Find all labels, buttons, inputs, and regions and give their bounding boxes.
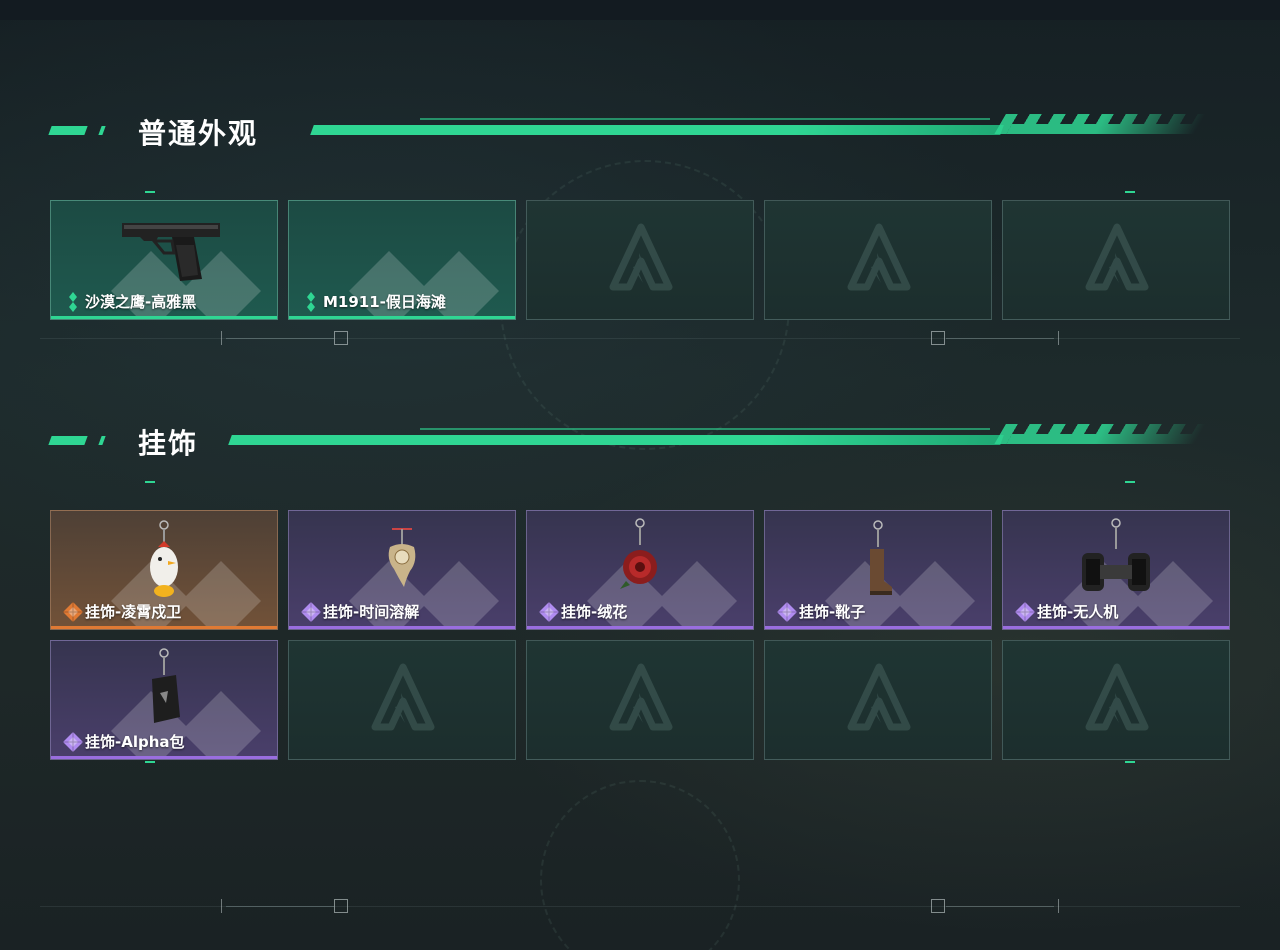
decor-tick xyxy=(1058,331,1059,345)
rarity-bar xyxy=(527,626,753,629)
header-checker xyxy=(994,114,1206,134)
boot-charm-icon xyxy=(808,515,948,605)
decor-dash xyxy=(145,761,155,763)
item-card[interactable]: 挂饰-Alpha包 xyxy=(50,640,278,760)
pistol-deagle-icon xyxy=(94,205,234,295)
decor-square xyxy=(334,899,348,913)
rarity-diamond-icon xyxy=(301,292,321,312)
header-accent-bar xyxy=(48,126,88,135)
section-title: 普通外观 xyxy=(138,117,259,150)
empty-item-slot[interactable] xyxy=(288,640,516,760)
decor-tick xyxy=(221,899,222,913)
melting-clock-charm-icon xyxy=(332,515,472,605)
rarity-bar xyxy=(289,316,515,319)
header-checker xyxy=(994,424,1206,444)
rarity-diamond-icon xyxy=(301,602,321,622)
decor-dash xyxy=(1125,191,1135,193)
top-bar xyxy=(0,0,1280,20)
drone-charm-icon xyxy=(1046,515,1186,605)
decor-line xyxy=(946,906,1054,907)
game-logo-icon xyxy=(609,663,673,733)
item-card[interactable]: 挂饰-时间溶解 xyxy=(288,510,516,630)
game-logo-icon xyxy=(847,223,911,293)
rarity-diamond-icon xyxy=(777,602,797,622)
item-card[interactable]: 沙漠之鹰-高雅黑 xyxy=(50,200,278,320)
decor-line xyxy=(40,906,1240,907)
decor-tick xyxy=(1058,899,1059,913)
rarity-bar xyxy=(51,316,277,319)
rarity-diamond-icon xyxy=(539,602,559,622)
decor-dash xyxy=(1125,481,1135,483)
item-name: 挂饰-Alpha包 xyxy=(85,733,185,751)
rarity-bar xyxy=(289,626,515,629)
empty-item-slot[interactable] xyxy=(526,200,754,320)
decor-line xyxy=(226,906,334,907)
game-logo-icon xyxy=(1085,663,1149,733)
empty-item-slot[interactable] xyxy=(764,640,992,760)
rarity-bar xyxy=(765,626,991,629)
header-accent-bar xyxy=(98,126,106,135)
game-logo-icon xyxy=(1085,223,1149,293)
decor-dash xyxy=(1125,761,1135,763)
item-name: 挂饰-绒花 xyxy=(561,603,628,621)
item-name: 挂饰-凌霄戍卫 xyxy=(85,603,182,621)
game-logo-icon xyxy=(847,663,911,733)
header-thin-line xyxy=(420,428,990,430)
empty-item-slot[interactable] xyxy=(526,640,754,760)
empty-item-slot[interactable] xyxy=(1002,200,1230,320)
rarity-diamond-icon xyxy=(63,602,83,622)
rarity-diamond-icon xyxy=(63,292,83,312)
item-name: 挂饰-时间溶解 xyxy=(323,603,420,621)
decor-dash xyxy=(145,481,155,483)
rarity-diamond-icon xyxy=(63,732,83,752)
alpha-bag-charm-icon xyxy=(94,645,234,735)
empty-item-slot[interactable] xyxy=(764,200,992,320)
header-line xyxy=(310,125,1004,135)
item-name: 挂饰-靴子 xyxy=(799,603,866,621)
item-name: 挂饰-无人机 xyxy=(1037,603,1119,621)
header-accent-bar xyxy=(98,436,106,445)
item-card[interactable]: M1911-假日海滩 xyxy=(288,200,516,320)
item-card[interactable]: 挂饰-绒花 xyxy=(526,510,754,630)
decor-line xyxy=(40,338,1240,339)
decor-tick xyxy=(221,331,222,345)
item-card[interactable]: 挂饰-靴子 xyxy=(764,510,992,630)
rarity-bar xyxy=(1003,626,1229,629)
section-header-charms: 挂饰 xyxy=(48,420,1210,460)
item-name: M1911-假日海滩 xyxy=(323,293,446,311)
decor-square xyxy=(931,331,945,345)
header-thin-line xyxy=(420,118,990,120)
decor-square xyxy=(931,899,945,913)
item-card[interactable]: 挂饰-凌霄戍卫 xyxy=(50,510,278,630)
rarity-bar xyxy=(51,626,277,629)
game-logo-icon xyxy=(609,223,673,293)
decor-dash xyxy=(145,191,155,193)
empty-item-slot[interactable] xyxy=(1002,640,1230,760)
rarity-bar xyxy=(51,756,277,759)
game-logo-icon xyxy=(371,663,435,733)
section-title: 挂饰 xyxy=(138,427,199,460)
header-line xyxy=(228,435,1004,445)
section-header-normal-skins: 普通外观 xyxy=(48,110,1210,150)
rose-charm-icon xyxy=(570,515,710,605)
decor-line xyxy=(946,338,1054,339)
item-name: 沙漠之鹰-高雅黑 xyxy=(85,293,197,311)
chicken-charm-icon xyxy=(94,515,234,605)
header-accent-bar xyxy=(48,436,88,445)
item-card[interactable]: 挂饰-无人机 xyxy=(1002,510,1230,630)
decor-line xyxy=(226,338,334,339)
rarity-diamond-icon xyxy=(1015,602,1035,622)
decor-square xyxy=(334,331,348,345)
